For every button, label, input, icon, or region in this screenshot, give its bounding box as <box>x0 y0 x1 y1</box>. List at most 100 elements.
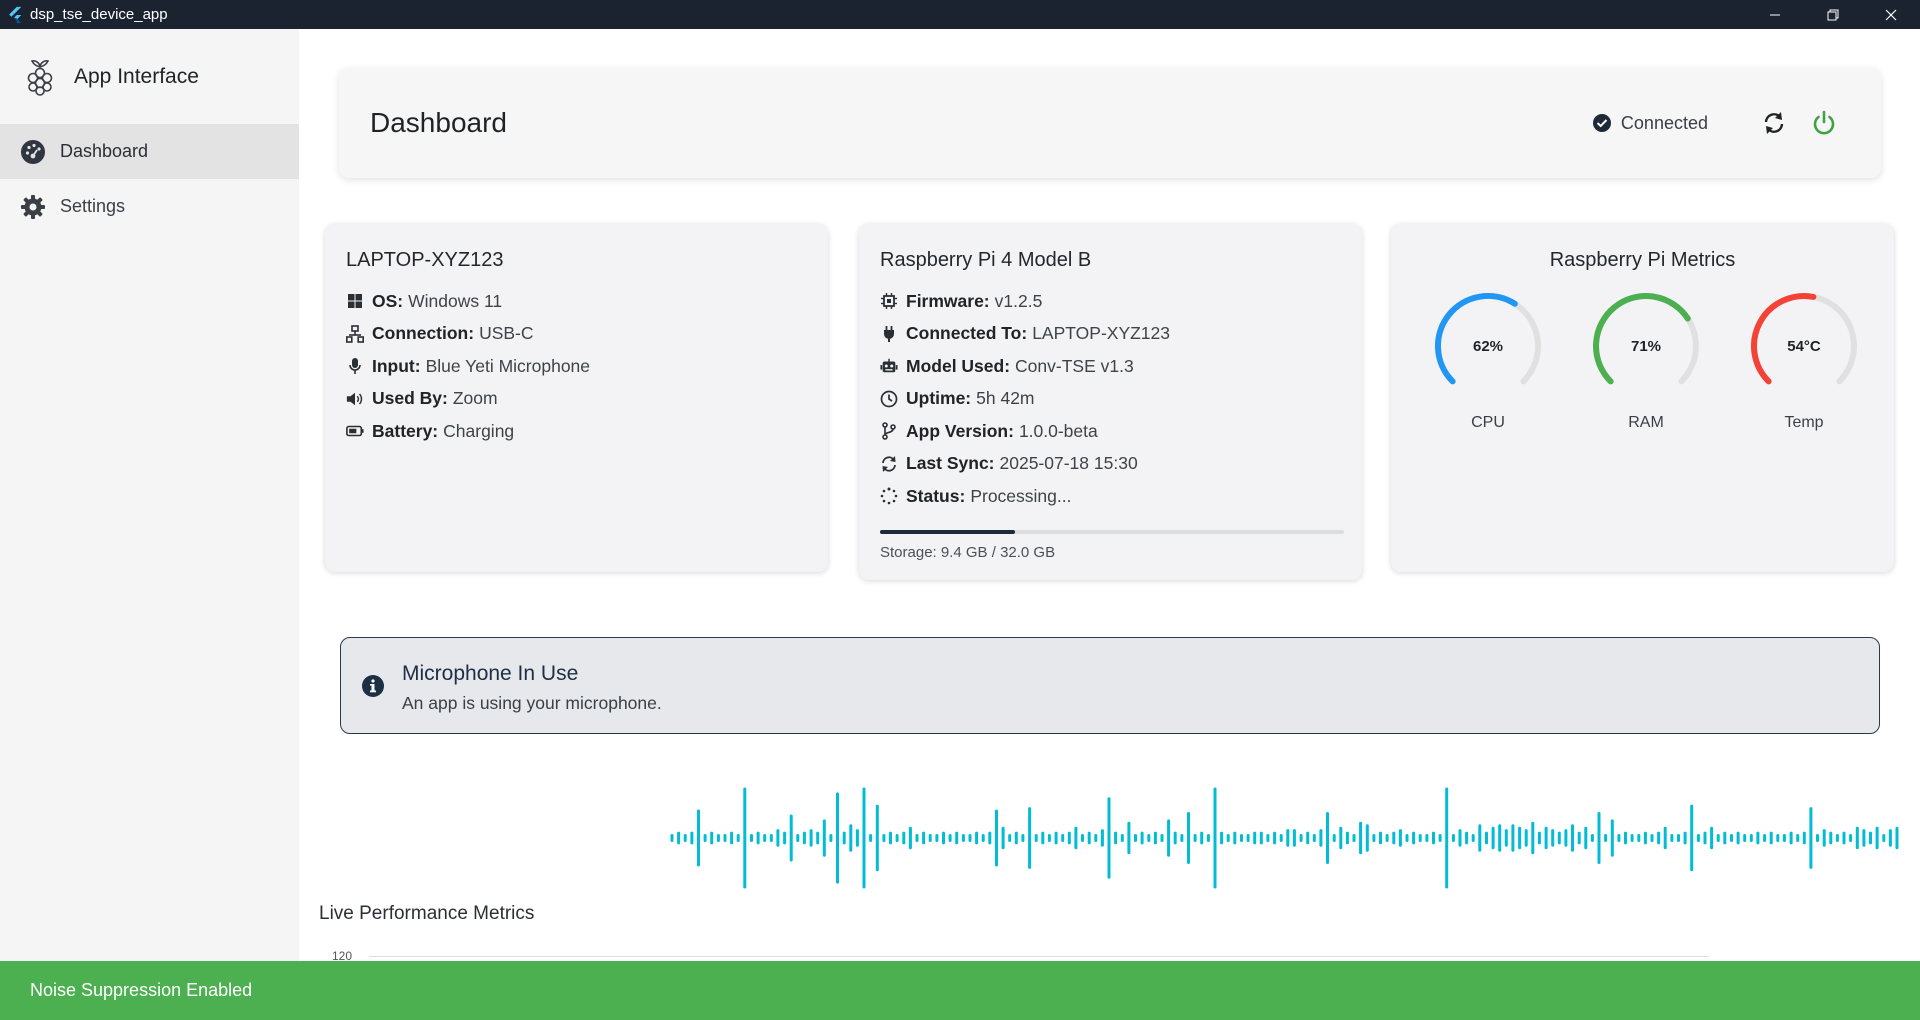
plug-icon <box>880 325 898 343</box>
sync-icon <box>880 455 898 473</box>
info-value: 2025-07-18 15:30 <box>999 453 1138 474</box>
audio-waveform <box>670 787 1899 889</box>
page-title: Dashboard <box>370 107 507 138</box>
gauge-temp: 54°C Temp <box>1747 289 1861 432</box>
storage-progress-track <box>880 530 1344 534</box>
pi-card-title: Raspberry Pi 4 Model B <box>880 249 1092 271</box>
toast-text: Noise Suppression Enabled <box>30 980 253 1000</box>
storage-label: Storage: 9.4 GB / 32.0 GB <box>880 544 1056 561</box>
restore-button[interactable] <box>1804 0 1862 29</box>
info-label: Input: <box>372 355 421 376</box>
performance-gridline <box>369 956 1709 957</box>
info-label: OS: <box>372 290 404 311</box>
info-label: Firmware: <box>906 290 990 311</box>
info-row-app-version: App Version: 1.0.0-beta <box>880 415 1170 448</box>
info-row-input: Input: Blue Yeti Microphone <box>346 350 590 383</box>
info-row-firmware: Firmware: v1.2.5 <box>880 285 1170 318</box>
gauge-cpu: 62% CPU <box>1431 289 1545 432</box>
info-row-connection: Connection: USB-C <box>346 318 590 351</box>
info-row-connected-to: Connected To: LAPTOP-XYZ123 <box>880 318 1170 351</box>
info-value: Zoom <box>452 388 498 409</box>
info-value: 1.0.0-beta <box>1018 420 1098 441</box>
storage-progress-fill <box>880 530 1015 534</box>
chip-icon <box>880 292 898 310</box>
sidebar-item-label: Settings <box>60 196 126 216</box>
network-icon <box>346 324 364 343</box>
microphone-alert: Microphone In Use An app is using your m… <box>340 637 1880 734</box>
info-label: Connection: <box>372 323 475 344</box>
info-label: Uptime: <box>906 388 972 409</box>
window-controls <box>1746 0 1920 29</box>
info-row-battery: Battery: Charging <box>346 415 590 448</box>
spinner-icon <box>880 487 898 505</box>
flutter-icon <box>9 6 22 23</box>
temp-gauge-ring: 54°C <box>1751 293 1857 385</box>
info-value: Charging <box>443 420 515 441</box>
microphone-icon <box>346 357 364 375</box>
windows-icon <box>346 292 364 310</box>
restore-icon <box>1827 9 1839 20</box>
gauge-value: 62% <box>1473 338 1503 355</box>
info-row-used-by: Used By: Zoom <box>346 383 590 416</box>
metrics-card-title: Raspberry Pi Metrics <box>1549 249 1736 271</box>
info-label: Status: <box>906 485 966 506</box>
noise-suppression-toast: Noise Suppression Enabled <box>0 961 1920 1020</box>
gauge-value: 54°C <box>1787 338 1821 355</box>
sidebar-item-dashboard[interactable]: Dashboard <box>0 124 299 179</box>
gauges: 62% CPU 71% RAM 54°C Temp <box>1431 289 1861 432</box>
gauge-label: RAM <box>1628 414 1664 431</box>
gauge-label: Temp <box>1784 414 1824 431</box>
info-row-model-used: Model Used: Conv-TSE v1.3 <box>880 350 1170 383</box>
cpu-gauge-ring: 62% <box>1434 292 1541 385</box>
info-row-status: Status: Processing... <box>880 480 1170 513</box>
robot-icon <box>880 357 898 375</box>
alert-text: An app is using your microphone. <box>402 693 662 713</box>
header-actions: Connected <box>1592 68 1841 178</box>
header-card: Dashboard Connected <box>339 68 1881 178</box>
info-value: 5h 42m <box>976 388 1035 409</box>
sidebar-item-settings[interactable]: Settings <box>0 179 299 234</box>
pi-info-list: Firmware: v1.2.5 Connected To: LAPTOP-XYZ1… <box>880 285 1170 513</box>
refresh-icon <box>1764 112 1784 134</box>
info-value: USB-C <box>479 323 534 344</box>
info-row-os: OS: Windows 11 <box>346 285 590 318</box>
info-value: Conv-TSE v1.3 <box>1015 355 1134 376</box>
info-label: Last Sync: <box>906 453 995 474</box>
speaker-icon <box>346 390 364 408</box>
battery-icon <box>346 422 364 440</box>
info-label: Used By: <box>372 388 448 409</box>
close-icon <box>1885 9 1897 20</box>
minimize-button[interactable] <box>1746 0 1804 29</box>
info-label: App Version: <box>906 420 1014 441</box>
window-title: dsp_tse_device_app <box>30 6 168 23</box>
gear-icon <box>21 194 45 219</box>
info-value: Blue Yeti Microphone <box>425 355 591 376</box>
pi-card: Raspberry Pi 4 Model B Firmware: v1.2.5 C… <box>859 224 1362 580</box>
raspberry-pi-logo-icon <box>27 59 53 96</box>
sidebar-item-label: Dashboard <box>60 141 149 161</box>
check-circle-icon <box>1592 114 1611 132</box>
info-value: Processing... <box>970 485 1072 506</box>
connection-status-label: Connected <box>1620 112 1708 133</box>
connection-status: Connected <box>1592 113 1708 134</box>
alert-title: Microphone In Use <box>402 662 579 685</box>
sidebar: App Interface Dashboard Settings <box>0 29 299 961</box>
performance-title: Live Performance Metrics <box>319 903 535 924</box>
close-button[interactable] <box>1862 0 1920 29</box>
minimize-icon <box>1770 14 1780 15</box>
info-value: LAPTOP-XYZ123 <box>1032 323 1170 344</box>
gauge-ram: 71% RAM <box>1589 289 1703 432</box>
clock-icon <box>880 390 898 408</box>
gauge-value: 71% <box>1631 338 1661 355</box>
info-label: Battery: <box>372 420 439 441</box>
main-content: Dashboard Connected LAPTOP-XYZ123 OS: Wi… <box>299 29 1920 961</box>
laptop-info-list: OS: Windows 11 Connection: USB-C Input: Blu… <box>346 285 590 448</box>
power-button[interactable] <box>1807 106 1841 140</box>
info-row-uptime: Uptime: 5h 42m <box>880 383 1170 416</box>
metrics-card: Raspberry Pi Metrics 62% CPU 71% RAM 54°… <box>1391 224 1894 572</box>
info-value: v1.2.5 <box>994 290 1043 311</box>
dashboard-icon <box>21 139 45 164</box>
performance-y-tick: 120 <box>332 949 353 961</box>
refresh-button[interactable] <box>1757 106 1791 140</box>
brand: App Interface <box>0 29 299 124</box>
